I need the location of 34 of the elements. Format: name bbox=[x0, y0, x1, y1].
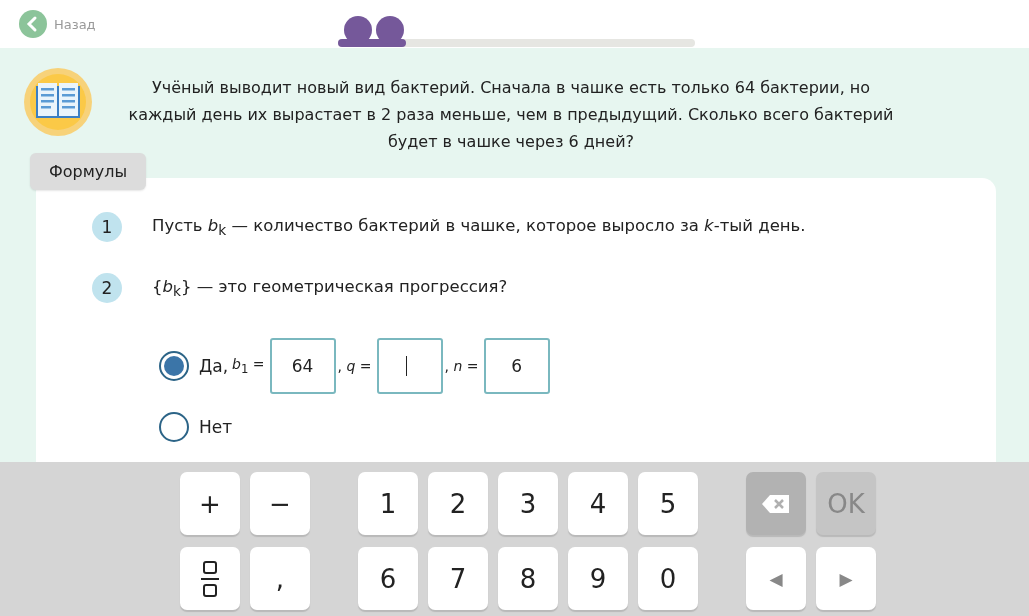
key[interactable]: 3 bbox=[498, 472, 558, 535]
answer-box[interactable]: 64 bbox=[269, 338, 336, 394]
key[interactable]: 0 bbox=[638, 547, 698, 610]
field-label: b$_{1}$ = bbox=[232, 356, 265, 376]
backspace-icon bbox=[761, 493, 791, 514]
key[interactable]: 7 bbox=[428, 547, 488, 610]
key[interactable]: , bbox=[250, 547, 310, 610]
fraction-icon bbox=[200, 559, 220, 598]
arrow-key[interactable]: ▶ bbox=[816, 547, 876, 610]
option-label: Да, bbox=[199, 356, 229, 376]
formulas-tooltip[interactable]: Формулы bbox=[30, 153, 147, 190]
radio-button[interactable] bbox=[159, 351, 189, 381]
key[interactable]: 9 bbox=[568, 547, 628, 610]
answer-box[interactable]: 6 bbox=[483, 338, 550, 394]
task-text: Учёный выводит новый вид бактерий. Сначала в чашке есть только 64 бактерии, но каждый день их вырастает в 2 раза меньше, чем в предыдущий. Сколько всего бактерий будет в чашке через 6 дней? bbox=[127, 77, 895, 153]
field-label: , n = bbox=[444, 358, 479, 374]
radio-button[interactable] bbox=[159, 412, 189, 442]
key[interactable]: 2 bbox=[428, 472, 488, 535]
field-label: , q = bbox=[337, 358, 372, 374]
key[interactable]: 1 bbox=[358, 472, 418, 535]
key[interactable]: + bbox=[180, 472, 240, 535]
step-text: Пусть b$_{k}$ — количество бактерий в чашке, которое выросло за k-тый день. bbox=[152, 215, 806, 239]
arrow-key[interactable]: ◀ bbox=[746, 547, 806, 610]
fraction-key[interactable] bbox=[180, 547, 240, 610]
step-text: {b$_{k}$} — это геометрическая прогрессия? bbox=[152, 276, 508, 300]
key[interactable]: 8 bbox=[498, 547, 558, 610]
key[interactable]: 6 bbox=[358, 547, 418, 610]
step-number: 2 bbox=[92, 273, 122, 303]
book-icon[interactable] bbox=[24, 68, 92, 136]
step-number: 1 bbox=[92, 212, 122, 242]
key[interactable]: − bbox=[250, 472, 310, 535]
key[interactable]: 5 bbox=[638, 472, 698, 535]
option-label: Нет bbox=[199, 417, 233, 437]
key[interactable]: 4 bbox=[568, 472, 628, 535]
